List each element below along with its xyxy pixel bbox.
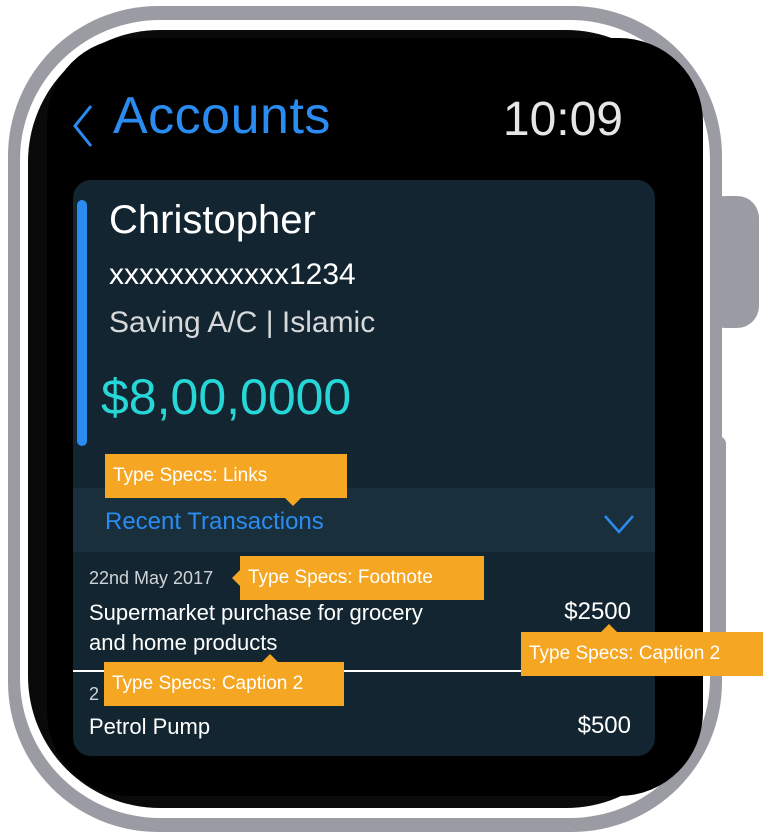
card-accent-bar — [77, 200, 87, 446]
account-holder-name: Christopher — [109, 198, 316, 242]
transaction-amount: $500 — [577, 712, 631, 739]
transaction-description: Petrol Pump — [89, 714, 211, 739]
type-spec-links-callout: Type Specs: Links — [105, 454, 347, 506]
type-spec-caption2-callout-right: Type Specs: Caption 2 — [521, 624, 763, 676]
recent-transactions-link[interactable]: Recent Transactions — [105, 508, 324, 536]
transaction-amount: $2500 — [564, 598, 631, 625]
account-balance: $8,00,0000 — [101, 369, 352, 425]
transaction-description: Supermarket purchase for grocery and hom… — [89, 600, 423, 655]
transaction-date: 2 — [89, 684, 100, 704]
transaction-date: 22nd May 2017 — [89, 568, 214, 588]
clock-time: 10:09 — [502, 93, 623, 146]
account-type: Saving A/C | Islamic — [109, 306, 376, 339]
chevron-left-icon — [73, 105, 93, 147]
account-number: xxxxxxxxxxxx1234 — [109, 258, 356, 291]
stage: Accounts 10:09 Christopher xxxxxxxxxxxx1… — [0, 0, 770, 836]
back-button[interactable] — [71, 104, 95, 148]
page-title[interactable]: Accounts — [113, 86, 331, 146]
type-spec-footnote-callout: Type Specs: Footnote — [232, 556, 484, 600]
chevron-down-icon — [604, 515, 634, 534]
type-spec-caption2-callout: Type Specs: Caption 2 — [104, 654, 344, 706]
